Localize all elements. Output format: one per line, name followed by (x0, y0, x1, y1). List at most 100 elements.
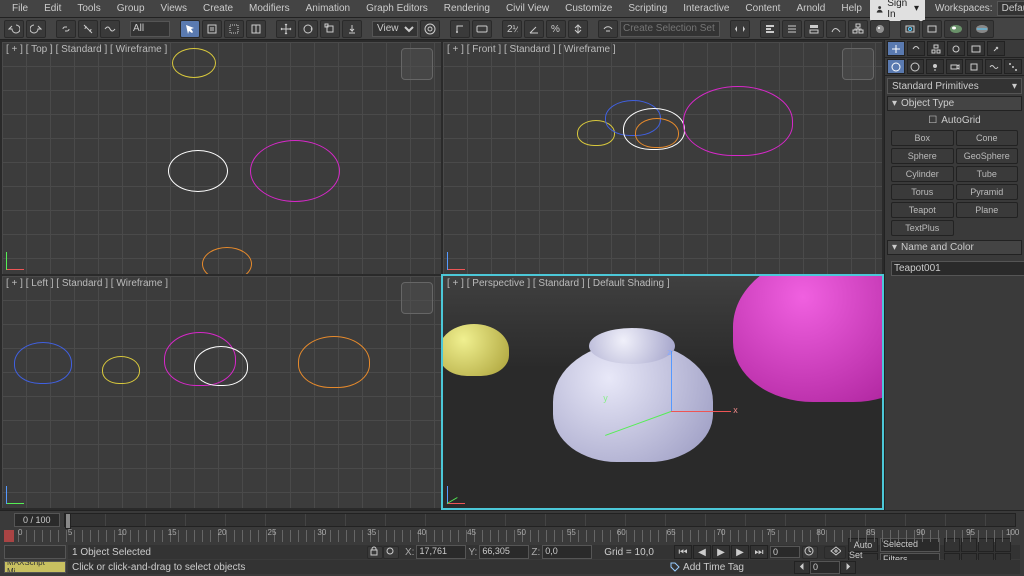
subtab-shapes[interactable] (907, 59, 925, 74)
mirror-button[interactable] (730, 20, 750, 38)
menu-civil-view[interactable]: Civil View (498, 0, 557, 18)
undo-button[interactable] (4, 20, 24, 38)
prev-frame-button[interactable]: ◀ (693, 545, 711, 559)
primitive-torus-button[interactable]: Torus (891, 184, 954, 200)
rollout-name-color[interactable]: ▾Name and Color (887, 240, 1022, 255)
scale-button[interactable] (320, 20, 340, 38)
move-button[interactable] (276, 20, 296, 38)
angle-snap-button[interactable] (524, 20, 544, 38)
menu-animation[interactable]: Animation (298, 0, 358, 18)
ref-coord-system[interactable]: View (372, 21, 418, 37)
object-name-field[interactable] (891, 261, 1024, 276)
menu-group[interactable]: Group (109, 0, 153, 18)
snap-toggle-button[interactable]: 2½ (502, 20, 522, 38)
select-object-button[interactable] (180, 20, 200, 38)
viewport-front[interactable]: [ + ] [ Front ] [ Standard ] [ Wireframe… (443, 42, 882, 274)
percent-snap-button[interactable]: % (546, 20, 566, 38)
redo-button[interactable] (26, 20, 46, 38)
primitive-plane-button[interactable]: Plane (956, 202, 1019, 218)
menu-help[interactable]: Help (833, 0, 870, 18)
trackbar-key-icon[interactable] (4, 530, 14, 542)
named-selection-set[interactable] (620, 21, 720, 37)
viewport-perspective[interactable]: [ + ] [ Perspective ] [ Standard ] [ Def… (443, 276, 882, 508)
menu-scripting[interactable]: Scripting (620, 0, 675, 18)
viewport-top[interactable]: [ + ] [ Top ] [ Standard ] [ Wireframe ] (2, 42, 441, 274)
menu-rendering[interactable]: Rendering (436, 0, 498, 18)
menu-modifiers[interactable]: Modifiers (241, 0, 298, 18)
render-frame-button[interactable] (922, 20, 942, 38)
render-setup-button[interactable] (900, 20, 920, 38)
time-ruler-track[interactable]: 0 5 10 15 20 25 30 35 40 45 50 55 60 65 … (18, 530, 1016, 542)
workspace-selector[interactable]: Workspaces: Default (935, 1, 1024, 16)
primitive-cone-button[interactable]: Cone (956, 130, 1019, 146)
menu-views[interactable]: Views (153, 0, 196, 18)
prev-key-button[interactable]: ⏴ (794, 561, 810, 574)
category-dropdown[interactable]: Standard Primitives▾ (887, 78, 1022, 94)
primitive-pyramid-button[interactable]: Pyramid (956, 184, 1019, 200)
subtab-geometry[interactable] (887, 59, 905, 74)
subtab-cameras[interactable] (946, 59, 964, 74)
tab-hierarchy[interactable] (927, 41, 945, 56)
use-center-button[interactable] (420, 20, 440, 38)
unlink-button[interactable] (78, 20, 98, 38)
spinner-snap-button[interactable] (568, 20, 588, 38)
subtab-helpers[interactable] (965, 59, 983, 74)
menu-content[interactable]: Content (737, 0, 788, 18)
tab-display[interactable] (967, 41, 985, 56)
keyboard-shortcut-button[interactable] (472, 20, 492, 38)
primitive-teapot-button[interactable]: Teapot (891, 202, 954, 218)
menu-interactive[interactable]: Interactive (675, 0, 737, 18)
viewport-left[interactable]: [ + ] [ Left ] [ Standard ] [ Wireframe … (2, 276, 441, 508)
goto-end-button[interactable]: ⏭ (750, 545, 768, 559)
schematic-button[interactable] (848, 20, 868, 38)
render-button[interactable] (944, 20, 968, 38)
goto-start-button[interactable]: ⏮ (674, 545, 692, 559)
curve-editor-button[interactable] (826, 20, 846, 38)
z-field[interactable]: 0,0 (542, 545, 592, 559)
primitive-sphere-button[interactable]: Sphere (891, 148, 954, 164)
tab-create[interactable] (887, 41, 905, 56)
tab-motion[interactable] (947, 41, 965, 56)
lock-selection-button[interactable] (367, 546, 383, 559)
toggle-ribbon-button[interactable] (804, 20, 824, 38)
select-rect-button[interactable] (224, 20, 244, 38)
select-name-button[interactable] (202, 20, 222, 38)
menu-tools[interactable]: Tools (69, 0, 108, 18)
primitive-box-button[interactable]: Box (891, 130, 954, 146)
subtab-systems[interactable] (1004, 59, 1022, 74)
rotate-button[interactable] (298, 20, 318, 38)
sign-in-button[interactable]: Sign In▾ (870, 0, 925, 21)
primitive-cylinder-button[interactable]: Cylinder (891, 166, 954, 182)
align-button[interactable] (760, 20, 780, 38)
primitive-tube-button[interactable]: Tube (956, 166, 1019, 182)
layer-explorer-button[interactable] (782, 20, 802, 38)
edit-named-sel-button[interactable] (598, 20, 618, 38)
manipulate-button[interactable] (450, 20, 470, 38)
menu-edit[interactable]: Edit (36, 0, 69, 18)
y-field[interactable]: 66,305 (479, 545, 529, 559)
selection-filter[interactable] (130, 21, 170, 37)
tab-modify[interactable] (907, 41, 925, 56)
autogrid-checkbox[interactable]: ☐AutoGrid (891, 115, 1018, 126)
primitive-geosphere-button[interactable]: GeoSphere (956, 148, 1019, 164)
x-field[interactable]: 17,761 (416, 545, 466, 559)
render-cloud-button[interactable] (970, 20, 994, 38)
tab-utilities[interactable] (987, 41, 1005, 56)
maxscript-mini-listener[interactable]: MAXScript Mi… (4, 561, 66, 573)
viewcube-icon[interactable] (401, 48, 433, 80)
menu-arnold[interactable]: Arnold (788, 0, 833, 18)
menu-customize[interactable]: Customize (557, 0, 620, 18)
viewcube-icon[interactable] (401, 282, 433, 314)
primitive-textplus-button[interactable]: TextPlus (891, 220, 954, 236)
time-config-button[interactable] (802, 546, 818, 559)
menu-graph-editors[interactable]: Graph Editors (358, 0, 436, 18)
add-time-tag[interactable]: Add Time Tag (670, 562, 744, 573)
next-key-button[interactable]: ⏵ (840, 561, 856, 574)
time-slider[interactable] (64, 513, 1016, 527)
key-frame-field[interactable]: 0 (810, 561, 840, 574)
subtab-spacewarps[interactable] (985, 59, 1003, 74)
material-editor-button[interactable] (870, 20, 890, 38)
bind-spacewarp-button[interactable] (100, 20, 120, 38)
isolate-button[interactable] (383, 546, 399, 559)
subtab-lights[interactable] (926, 59, 944, 74)
